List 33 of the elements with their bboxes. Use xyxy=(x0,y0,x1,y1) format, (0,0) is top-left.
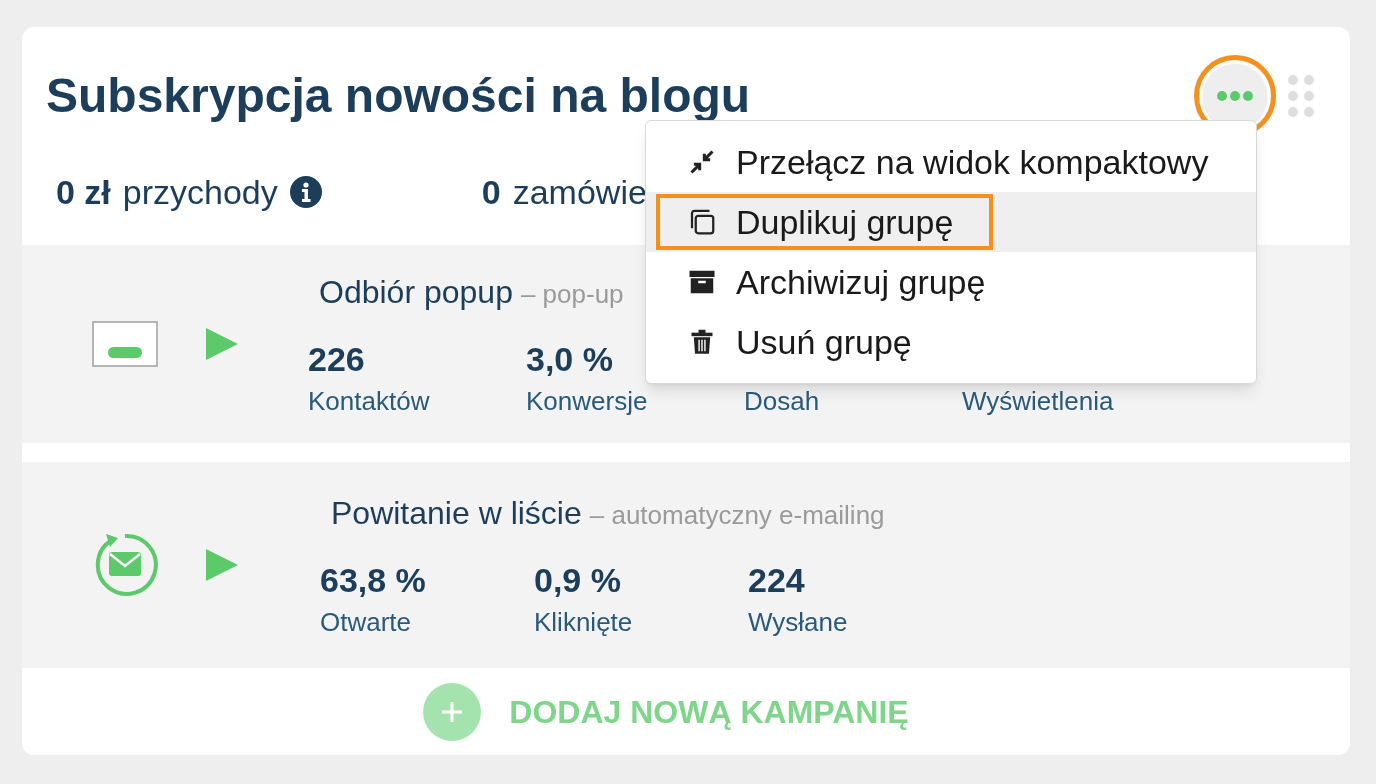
metric-label: Otwarte xyxy=(320,605,413,639)
metric-label: Kontaktów xyxy=(308,384,431,418)
campaign-name: Powitanie w liście xyxy=(331,493,582,533)
drag-handle-icon[interactable] xyxy=(1288,74,1314,118)
campaign-name: Odbiór popup xyxy=(319,272,513,312)
metric-label: Dosah xyxy=(744,384,821,418)
popup-window-icon xyxy=(92,321,158,367)
menu-item[interactable]: Przełącz na widok kompaktowy xyxy=(646,132,1256,192)
play-icon[interactable] xyxy=(204,326,240,362)
collapse-arrows-icon xyxy=(688,148,716,176)
metric-value: 226 xyxy=(308,338,365,374)
campaign-row[interactable]: Powitanie w liście – automatyczny e-mailing 63,8 % Otwarte 0,9 % Kliknięte 224 Wysłane xyxy=(22,462,1350,668)
metric-value: 3,0 % xyxy=(526,338,613,374)
summary-label: zamówie xyxy=(512,171,647,213)
menu-item[interactable]: Usuń grupę xyxy=(646,312,1256,372)
metric-value: 63,8 % xyxy=(320,559,426,595)
info-icon[interactable] xyxy=(289,176,322,208)
group-title: Subskrypcja nowości na blogu xyxy=(46,72,751,120)
metric-label: Konwersje xyxy=(526,384,649,418)
metric-label: Kliknięte xyxy=(534,605,634,639)
menu-item[interactable]: Archiwizuj grupę xyxy=(646,252,1256,312)
metric-value: 0,9 % xyxy=(534,559,621,595)
metric-value: 224 xyxy=(748,559,805,595)
plus-circle-icon xyxy=(423,682,482,741)
summary-value: 0 zł xyxy=(56,171,111,213)
summary-label: przychody xyxy=(122,171,278,213)
campaign-type: – automatyczny e-mailing xyxy=(589,498,885,532)
metric-label: Wysłane xyxy=(748,605,849,639)
summary-value: 0 xyxy=(481,171,501,213)
metric-label: Wyświetlenia xyxy=(962,384,1115,418)
menu-item[interactable]: Duplikuj grupę xyxy=(646,192,1256,252)
play-icon[interactable] xyxy=(204,547,240,583)
campaign-type: – pop-up xyxy=(520,277,624,311)
